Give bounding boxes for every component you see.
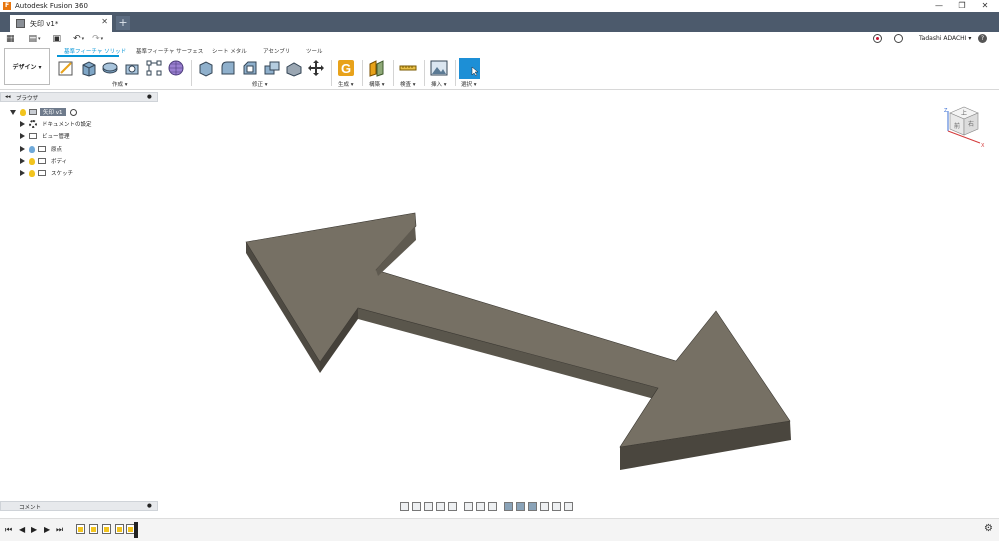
viewcube-right-label: 右: [968, 120, 974, 128]
z-axis-label: Z: [944, 108, 948, 114]
timeline-feature-extrude[interactable]: [89, 524, 98, 534]
timeline-feature-extrude[interactable]: [115, 524, 124, 534]
shaded-hidden-edges-icon[interactable]: [528, 502, 537, 511]
shaded-view-icon[interactable]: [504, 502, 513, 511]
timeline-settings-icon[interactable]: ⚙: [984, 523, 993, 534]
wireframe-hidden-icon[interactable]: [552, 502, 561, 511]
look-at-icon[interactable]: [412, 502, 421, 511]
fit-icon[interactable]: [448, 502, 457, 511]
comment-label: コメント: [19, 505, 42, 511]
display-settings-icon[interactable]: [464, 502, 473, 511]
timeline-bar: ⏮ ◀ ▶ ▶ ⏭: [0, 518, 999, 541]
timeline-feature-sketch[interactable]: [102, 524, 111, 534]
orbit-icon[interactable]: [400, 502, 409, 511]
viewcube-front-label: 前: [954, 122, 960, 130]
timeline-first-icon[interactable]: ⏮: [5, 525, 12, 535]
zoom-icon[interactable]: [436, 502, 445, 511]
timeline-next-icon[interactable]: ▶: [44, 525, 50, 534]
comment-panel[interactable]: コメント ●: [0, 501, 158, 511]
wireframe-icon[interactable]: [540, 502, 549, 511]
x-axis-label: X: [981, 143, 985, 149]
arrow-top-face: [245, 212, 791, 448]
navigation-bar: [400, 500, 614, 513]
timeline-last-icon[interactable]: ⏭: [56, 525, 63, 535]
viewport-canvas[interactable]: [0, 0, 999, 541]
grid-snaps-icon[interactable]: [476, 502, 485, 511]
viewcube[interactable]: 上 前 右 Z X: [938, 103, 988, 149]
viewcube-top-label: 上: [961, 109, 967, 117]
timeline-marker[interactable]: [134, 522, 138, 538]
timeline-prev-icon[interactable]: ◀: [19, 525, 25, 534]
pan-icon[interactable]: [424, 502, 433, 511]
wireframe-visible-icon[interactable]: [564, 502, 573, 511]
timeline-play-icon[interactable]: ▶: [31, 525, 37, 534]
comment-pin-icon[interactable]: ●: [147, 503, 152, 509]
shaded-edges-icon[interactable]: [516, 502, 525, 511]
viewports-icon[interactable]: [488, 502, 497, 511]
timeline-feature-sketch[interactable]: [76, 524, 85, 534]
